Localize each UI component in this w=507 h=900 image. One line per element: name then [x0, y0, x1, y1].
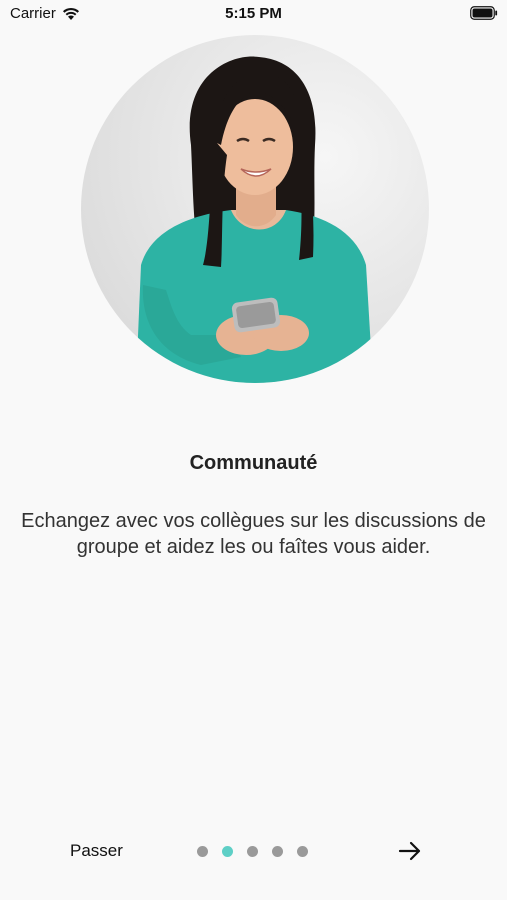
onboarding-description: Echangez avec vos collègues sur les disc… [21, 510, 486, 558]
skip-button[interactable]: Passer [70, 841, 123, 861]
page-dot-3[interactable] [247, 845, 258, 857]
battery-icon [470, 6, 498, 20]
page-dot-1[interactable] [197, 845, 208, 857]
page-indicator [197, 845, 308, 857]
page-dot-2-active[interactable] [222, 845, 233, 857]
next-button[interactable] [397, 839, 423, 863]
woman-with-phone-photo [81, 35, 429, 383]
arrow-right-icon [398, 841, 421, 861]
onboarding-illustration [81, 35, 429, 383]
page-dot-4[interactable] [272, 845, 283, 857]
onboarding-screen: Carrier 5:15 PM Communauté Echangez avec… [0, 0, 507, 900]
status-time: 5:15 PM [225, 5, 282, 22]
page-dot-5[interactable] [297, 845, 308, 857]
onboarding-title: Communauté [189, 452, 318, 474]
status-bar: Carrier 5:15 PM [0, 0, 507, 28]
